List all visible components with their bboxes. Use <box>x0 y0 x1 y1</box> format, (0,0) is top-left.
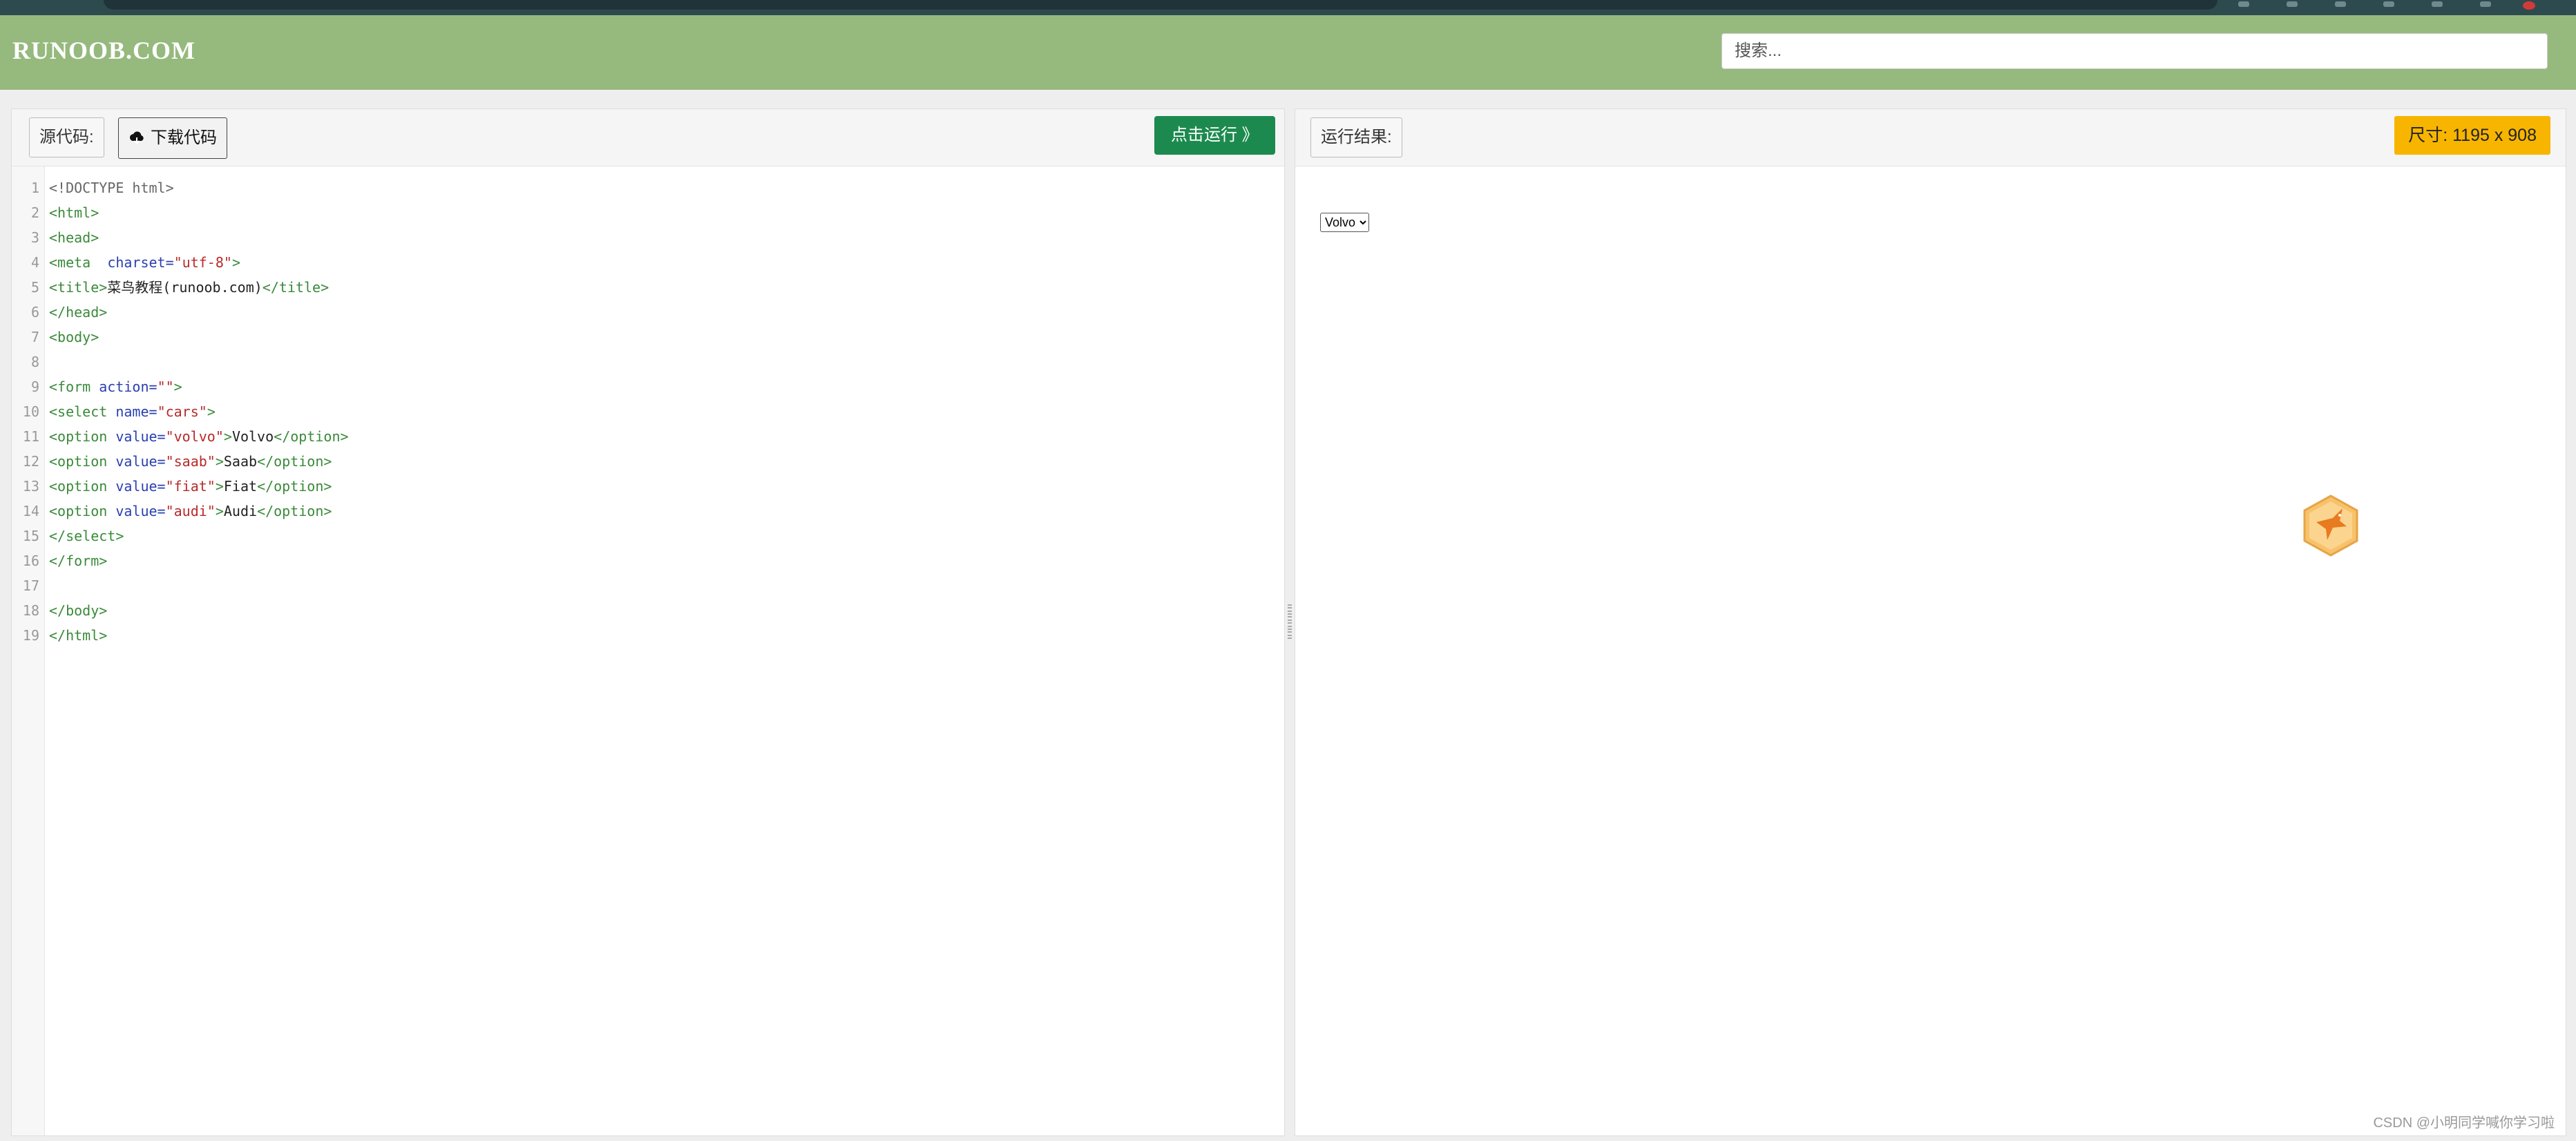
source-code-label: 源代码: <box>29 117 104 157</box>
download-code-label: 下载代码 <box>151 128 217 147</box>
code-text: <option value="volvo">Volvo</option> <box>49 428 349 445</box>
extension-icon[interactable] <box>2432 1 2443 7</box>
result-panel-header: 运行结果: 尺寸: 1195 x 908 <box>1295 109 2566 166</box>
code-editor[interactable]: 1 <!DOCTYPE html> 2 <html> 3 <head> 4 <meta cha… <box>12 175 1284 648</box>
cars-select[interactable]: Volvo <box>1320 213 1369 232</box>
code-text: <meta charset="utf-8"> <box>49 254 240 271</box>
code-text: </form> <box>49 553 108 569</box>
code-line[interactable]: 10 <select name="cars"> <box>12 399 1284 424</box>
code-line[interactable]: 2 <html> <box>12 200 1284 225</box>
code-text: <option value="audi">Audi</option> <box>49 503 332 519</box>
code-line[interactable]: 15 </select> <box>12 524 1284 548</box>
result-panel: 运行结果: 尺寸: 1195 x 908 Volvo CSDN @小明同学喊你学… <box>1295 108 2566 1136</box>
line-number: 17 <box>22 577 39 594</box>
download-code-button[interactable]: 下载代码 <box>118 117 227 159</box>
bird-logo-icon[interactable] <box>2302 495 2359 557</box>
extension-icon[interactable] <box>2335 1 2346 7</box>
code-line[interactable]: 7 <body> <box>12 325 1284 349</box>
line-number: 19 <box>22 627 39 644</box>
code-line[interactable]: 17 <box>12 573 1284 598</box>
line-number: 8 <box>30 354 39 370</box>
source-panel-header: 源代码: 下载代码 点击运行 》 <box>12 109 1284 166</box>
code-text: <option value="fiat">Fiat</option> <box>49 478 332 495</box>
line-number: 11 <box>22 428 39 445</box>
extension-icon[interactable] <box>2238 1 2249 7</box>
resize-handle[interactable] <box>1288 604 1292 639</box>
line-number: 10 <box>22 403 39 420</box>
code-text: <body> <box>49 329 99 345</box>
code-line[interactable]: 11 <option value="volvo">Volvo</option> <box>12 424 1284 449</box>
run-result-label: 运行结果: <box>1310 117 1402 157</box>
code-line[interactable]: 13 <option value="fiat">Fiat</option> <box>12 474 1284 499</box>
line-number: 2 <box>30 204 39 221</box>
cloud-download-icon <box>129 131 144 144</box>
size-badge: 尺寸: 1195 x 908 <box>2394 116 2550 155</box>
source-code-panel: 源代码: 下载代码 点击运行 》 1 <!DOCTYPE html> 2 <html>… <box>11 108 1285 1136</box>
line-number: 4 <box>30 254 39 271</box>
line-number: 12 <box>22 453 39 470</box>
line-number: 3 <box>30 229 39 246</box>
extension-icon[interactable] <box>2383 1 2394 7</box>
line-number: 13 <box>22 478 39 495</box>
line-number: 16 <box>22 553 39 569</box>
code-text: </select> <box>49 528 124 544</box>
site-logo[interactable]: RUNOOB.COM <box>12 36 195 65</box>
code-text: </html> <box>49 627 108 644</box>
extension-icon[interactable] <box>2480 1 2491 7</box>
site-header: RUNOOB.COM <box>0 15 2576 90</box>
code-line[interactable]: 6 </head> <box>12 300 1284 325</box>
browser-toolbar <box>0 0 2576 15</box>
search-input[interactable] <box>1721 33 2548 69</box>
code-text: <html> <box>49 204 99 221</box>
csdn-watermark: CSDN @小明同学喊你学习啦 <box>2373 1115 2555 1131</box>
code-line[interactable]: 8 <box>12 349 1284 374</box>
code-text: <head> <box>49 229 99 246</box>
code-line[interactable]: 5 <title>菜鸟教程(runoob.com)</title> <box>12 275 1284 300</box>
code-text: <select name="cars"> <box>49 403 216 420</box>
line-number: 18 <box>22 602 39 619</box>
code-line[interactable]: 14 <option value="audi">Audi</option> <box>12 499 1284 524</box>
extension-icon[interactable] <box>2287 1 2298 7</box>
code-line[interactable]: 4 <meta charset="utf-8"> <box>12 250 1284 275</box>
line-number: 7 <box>30 329 39 345</box>
code-line[interactable]: 19 </html> <box>12 623 1284 648</box>
code-line[interactable]: 3 <head> <box>12 225 1284 250</box>
address-bar[interactable] <box>104 0 2217 10</box>
code-text: </head> <box>49 304 108 320</box>
line-number: 6 <box>30 304 39 320</box>
code-text: </body> <box>49 602 108 619</box>
code-text: <form action=""> <box>49 378 182 395</box>
code-line[interactable]: 12 <option value="saab">Saab</option> <box>12 449 1284 474</box>
code-line[interactable]: 1 <!DOCTYPE html> <box>12 175 1284 200</box>
line-number: 14 <box>22 503 39 519</box>
line-number: 9 <box>30 378 39 395</box>
notification-badge-icon[interactable] <box>2523 1 2535 10</box>
code-line[interactable]: 16 </form> <box>12 548 1284 573</box>
code-line[interactable]: 9 <form action=""> <box>12 374 1284 399</box>
line-number: 15 <box>22 528 39 544</box>
run-code-button[interactable]: 点击运行 》 <box>1154 116 1275 155</box>
code-text: <option value="saab">Saab</option> <box>49 453 332 470</box>
code-text: <!DOCTYPE html> <box>49 180 174 196</box>
line-number: 5 <box>30 279 39 296</box>
line-number: 1 <box>30 180 39 196</box>
code-line[interactable]: 18 </body> <box>12 598 1284 623</box>
code-text: <title>菜鸟教程(runoob.com)</title> <box>49 279 330 296</box>
